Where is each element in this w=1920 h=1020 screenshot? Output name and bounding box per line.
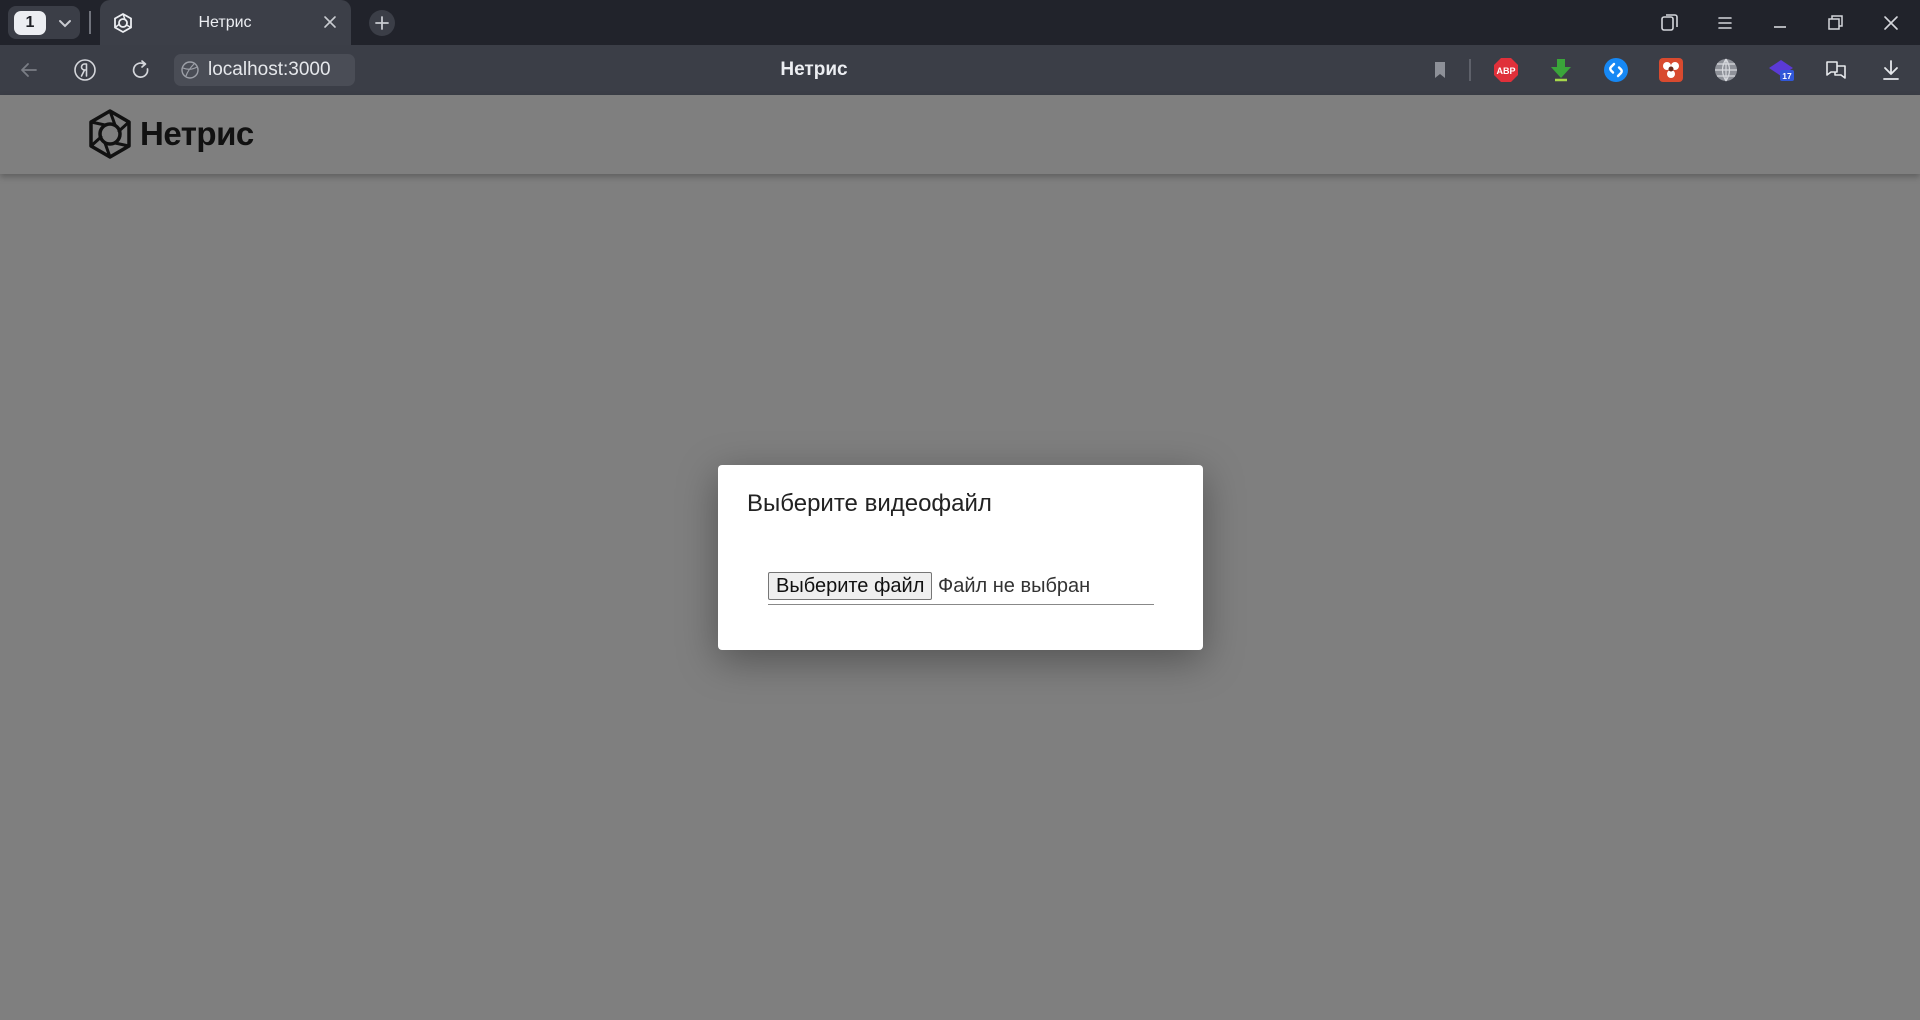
- tab-count: 1: [14, 11, 46, 35]
- address-field[interactable]: localhost:3000: [174, 54, 355, 86]
- browser-tab-bar: 1 Нетрис: [0, 0, 1920, 45]
- site-info-icon[interactable]: [180, 60, 200, 80]
- url-text: localhost:3000: [208, 59, 331, 80]
- site-header: Нетрис: [0, 95, 1920, 174]
- translate-icon[interactable]: [1822, 56, 1850, 84]
- netris-favicon-icon: [114, 12, 132, 34]
- close-window-icon[interactable]: [1878, 10, 1904, 36]
- tabs-collection-icon[interactable]: [1656, 10, 1682, 36]
- toolbar-separator: [1469, 59, 1471, 81]
- file-input[interactable]: Выберите файл Файл не выбран: [768, 572, 1154, 605]
- notifications-extension-icon[interactable]: 17: [1767, 56, 1795, 84]
- choose-file-button[interactable]: Выберите файл: [768, 572, 933, 600]
- minimize-icon[interactable]: [1767, 10, 1793, 36]
- tab-separator: [89, 11, 91, 34]
- notification-count: 17: [1782, 71, 1792, 81]
- logo-text[interactable]: Нетрис: [140, 107, 254, 161]
- back-icon[interactable]: [16, 57, 42, 83]
- reload-icon[interactable]: [128, 57, 154, 83]
- chevron-down-icon: [59, 20, 71, 28]
- flower-extension-icon[interactable]: [1657, 56, 1685, 84]
- adblock-label: ABP: [1496, 66, 1515, 76]
- tab-title: Нетрис: [198, 14, 252, 31]
- new-tab-icon[interactable]: [368, 9, 396, 37]
- tab-active[interactable]: Нетрис: [100, 0, 351, 45]
- restore-icon[interactable]: [1822, 10, 1848, 36]
- shazam-icon[interactable]: [1602, 56, 1630, 84]
- file-status-text: Файл не выбран: [938, 575, 1091, 597]
- yandex-icon[interactable]: [72, 57, 98, 83]
- page-title: Нетрис: [780, 59, 848, 80]
- close-tab-icon[interactable]: [320, 12, 340, 32]
- tab-counter-button[interactable]: 1: [8, 6, 80, 39]
- netris-logo-icon[interactable]: [86, 108, 134, 160]
- menu-icon[interactable]: [1712, 10, 1738, 36]
- browser-toolbar: localhost:3000 Нетрис ABP 17: [0, 45, 1920, 95]
- downloads-icon[interactable]: [1877, 56, 1905, 84]
- dialog-title: Выберите видеофайл: [747, 490, 992, 517]
- file-select-dialog: Выберите видеофайл Выберите файл Файл не…: [718, 465, 1203, 650]
- globe-icon[interactable]: [1712, 56, 1740, 84]
- bookmark-icon[interactable]: [1426, 56, 1454, 84]
- adblock-plus-icon[interactable]: ABP: [1492, 56, 1520, 84]
- download-helper-icon[interactable]: [1547, 56, 1575, 84]
